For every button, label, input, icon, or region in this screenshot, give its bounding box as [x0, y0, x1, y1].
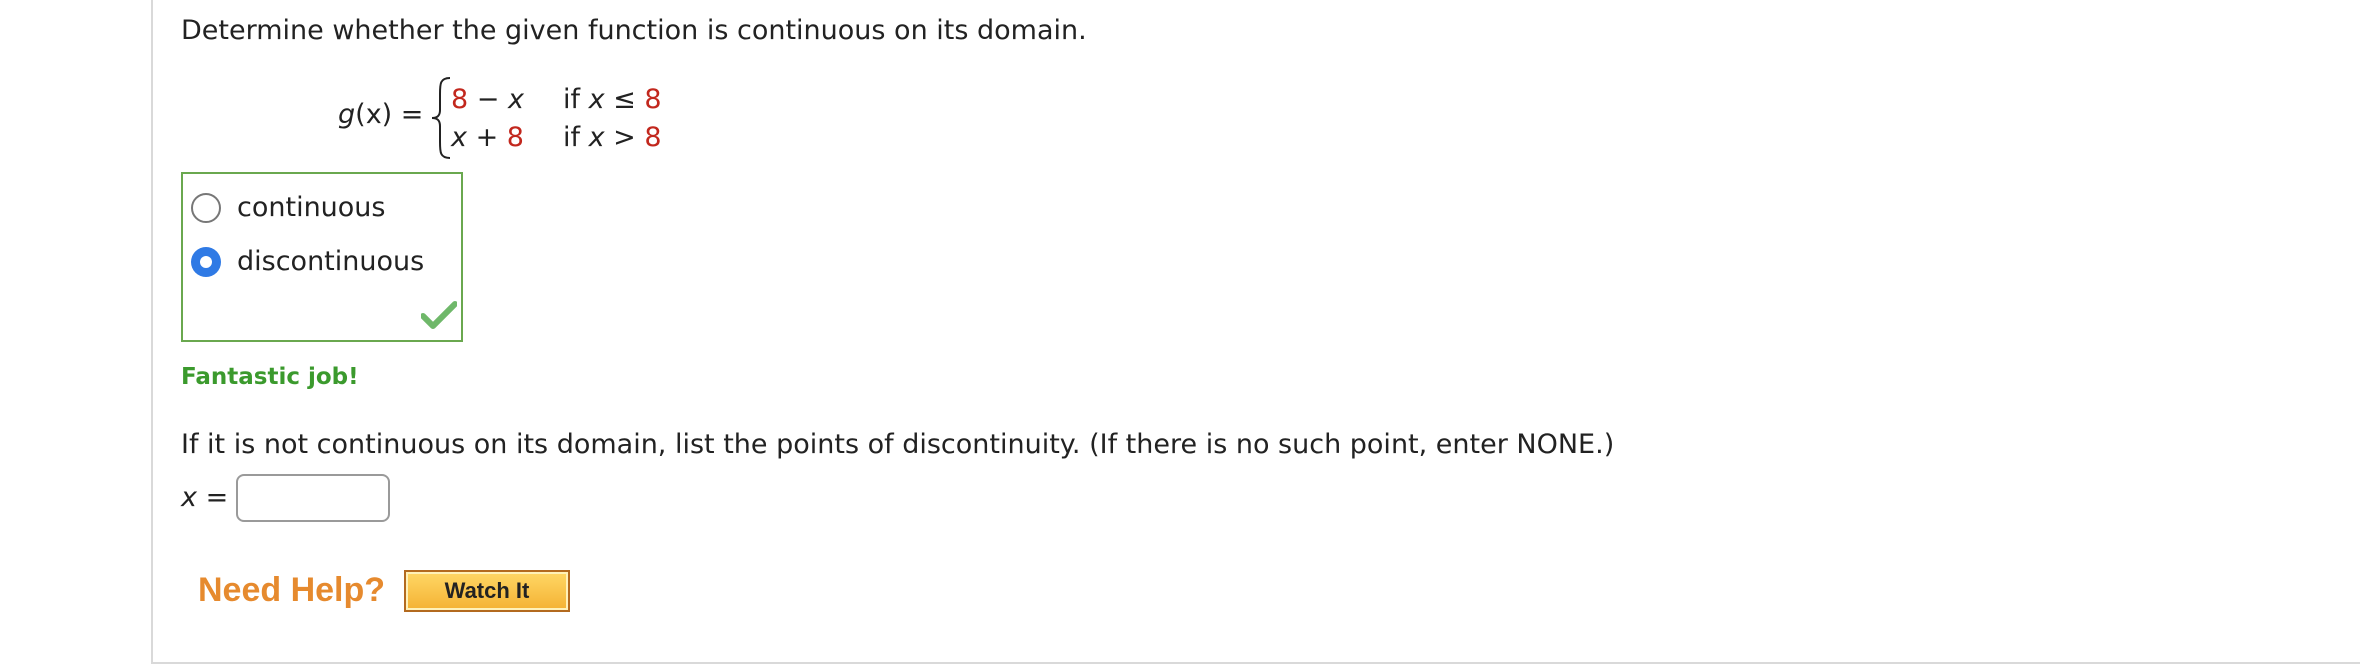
case2-expression: x + 8 [451, 122, 524, 153]
choice-discontinuous[interactable]: discontinuous [191, 244, 424, 280]
radio-discontinuous[interactable] [191, 247, 221, 277]
function-name: g [338, 99, 356, 130]
checkmark-icon [421, 301, 457, 329]
case2-condition: if x > 8 [563, 122, 662, 153]
radio-continuous[interactable] [191, 193, 221, 223]
question-prompt: Determine whether the given function is … [181, 15, 1087, 46]
discontinuity-answer-input[interactable] [236, 474, 390, 522]
answer-choices-box: continuous discontinuous [181, 172, 463, 342]
choice-label-continuous: continuous [237, 192, 386, 223]
choice-label-discontinuous: discontinuous [237, 246, 425, 277]
answer-label: x = [181, 482, 229, 513]
equals-sign: = [400, 99, 424, 130]
need-help-label: Need Help? [198, 571, 386, 609]
feedback-message: Fantastic job! [181, 364, 359, 390]
case1-expression: 8 − x [451, 84, 524, 115]
function-variable: x [365, 99, 382, 130]
discontinuity-prompt: If it is not continuous on its domain, l… [181, 429, 1615, 460]
case1-condition: if x ≤ 8 [563, 84, 662, 115]
choice-continuous[interactable]: continuous [191, 190, 386, 226]
watch-it-button[interactable]: Watch It [404, 570, 570, 612]
function-label: g(x) = [338, 99, 424, 130]
